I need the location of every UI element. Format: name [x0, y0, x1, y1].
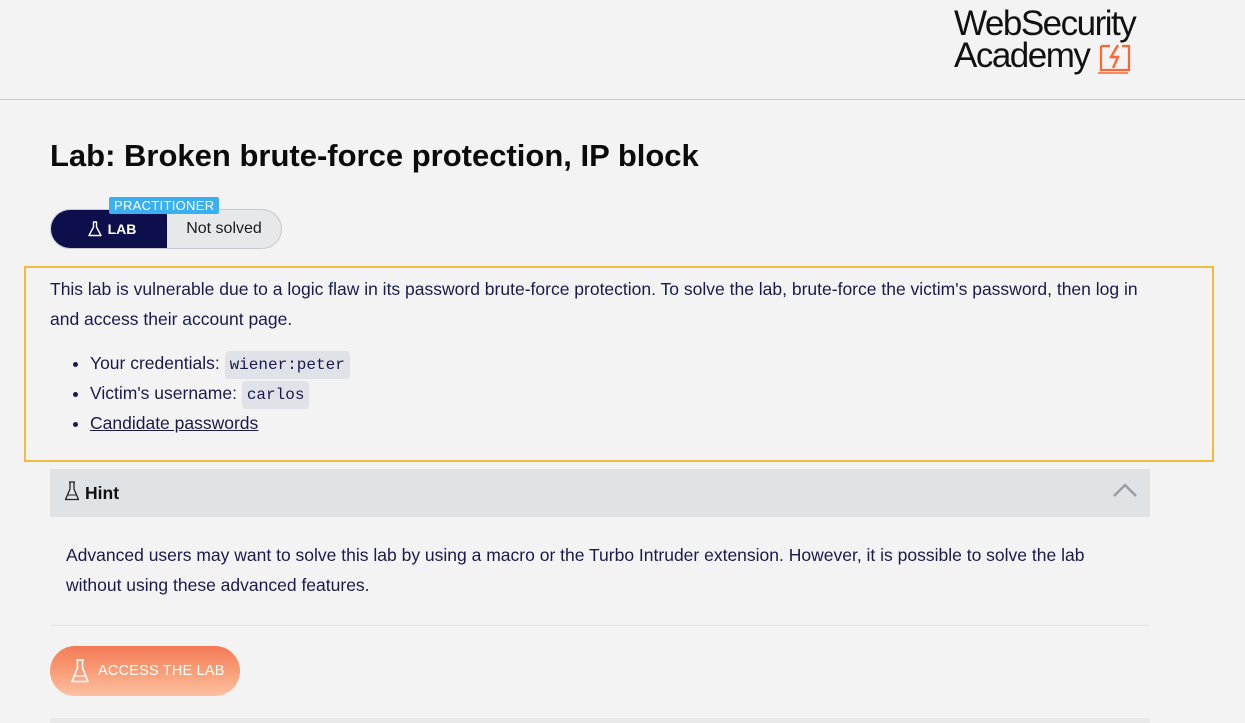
credentials-label: Your credentials:	[90, 353, 225, 373]
content-bottom-edge	[50, 718, 1150, 723]
page-title: Lab: Broken brute-force protection, IP b…	[50, 138, 699, 173]
list-item-credentials: Your credentials: wiener:peter	[90, 348, 350, 379]
lab-status-badge: LAB Not solved PRACTITIONER	[50, 197, 282, 249]
lab-label: LAB	[107, 221, 137, 237]
divider	[50, 625, 1150, 626]
candidate-passwords-link[interactable]: Candidate passwords	[90, 413, 258, 433]
victim-username-label: Victim's username:	[90, 383, 242, 403]
access-lab-button[interactable]: ACCESS THE LAB	[50, 646, 240, 696]
hint-toggle[interactable]: Hint	[50, 469, 1150, 517]
lightning-bolt-icon	[1098, 44, 1131, 74]
flask-icon	[71, 659, 89, 683]
lab-badge-label: LAB	[51, 210, 167, 248]
site-header: WebSecurity Academy	[0, 0, 1245, 100]
web-security-academy-logo[interactable]: WebSecurity Academy	[950, 4, 1160, 78]
access-lab-label: ACCESS THE LAB	[98, 663, 225, 679]
credentials-code: wiener:peter	[224, 351, 350, 379]
victim-username-code: carlos	[241, 381, 310, 409]
flask-icon	[64, 481, 80, 501]
logo-text-line2: Academy	[954, 36, 1091, 75]
chevron-up-icon[interactable]	[1112, 481, 1138, 499]
hint-label: Hint	[85, 483, 120, 503]
lab-details-list: Your credentials: wiener:peter Victim's …	[50, 348, 350, 438]
lab-solve-status: Not solved	[186, 220, 262, 237]
lab-description: This lab is vulnerable due to a logic fl…	[50, 279, 1138, 329]
difficulty-level-tag: PRACTITIONER	[109, 197, 220, 214]
flask-icon	[87, 221, 102, 237]
list-item-passwords: Candidate passwords	[90, 408, 350, 438]
hint-text: Advanced users may want to solve this la…	[66, 545, 1085, 595]
list-item-victim: Victim's username: carlos	[90, 378, 350, 409]
